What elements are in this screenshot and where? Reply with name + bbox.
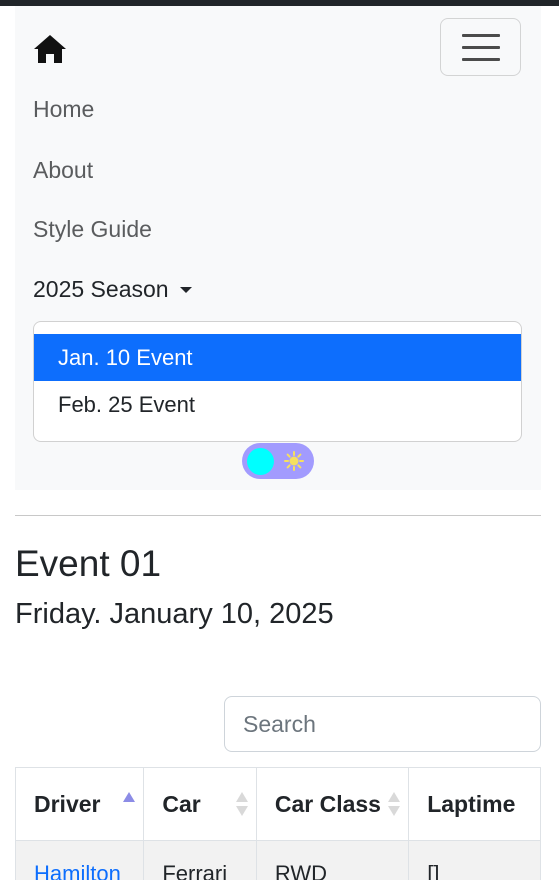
cell-driver: Hamilton [15,840,145,880]
page-title: Event 01 [15,543,162,584]
column-header-car[interactable]: Car [143,767,257,841]
cell-laptime: [] [408,840,541,880]
nav-link-about[interactable]: About [33,159,93,182]
column-header-driver[interactable]: Driver [15,767,145,841]
column-header-label: Laptime [427,790,516,817]
theme-toggle-switch[interactable] [242,443,314,479]
season-dropdown-toggle[interactable]: 2025 Season [33,278,169,301]
toggle-knob [247,448,274,475]
sort-icon [235,792,248,818]
column-header-laptime[interactable]: Laptime [408,767,541,841]
hamburger-icon-line [462,46,500,49]
table-header-row: Driver Car Car Class Laptime [15,767,541,841]
hamburger-icon-line [462,58,500,61]
hamburger-icon-line [462,34,500,37]
navbar: Home About Style Guide 2025 Season Jan. … [15,6,541,490]
results-table-container[interactable]: Driver Car Car Class Laptime Hamilton Fe… [15,767,541,880]
season-dropdown-menu: Jan. 10 Event Feb. 25 Event [33,321,522,442]
sort-icon [388,792,401,818]
sun-icon [284,451,304,471]
column-header-label: Car [162,790,201,817]
event-date: Friday. January 10, 2025 [15,598,334,630]
cell-car: Ferrari [143,840,257,880]
column-header-label: Car Class [274,790,381,817]
column-header-label: Driver [34,790,101,817]
cell-car-class: RWD [255,840,410,880]
driver-link[interactable]: Hamilton [34,861,121,880]
nav-link-home[interactable]: Home [33,98,94,121]
search-input[interactable] [224,696,541,752]
divider [15,515,541,516]
dropdown-item-feb-25-event[interactable]: Feb. 25 Event [34,381,521,428]
table-row: Hamilton Ferrari RWD [] [15,840,541,880]
sort-ascending-icon [123,792,136,818]
house-icon[interactable] [33,34,67,64]
navbar-toggler-button[interactable] [440,18,521,76]
results-table: Driver Car Car Class Laptime Hamilton Fe… [15,767,541,880]
dropdown-item-jan-10-event[interactable]: Jan. 10 Event [34,334,521,381]
column-header-car-class[interactable]: Car Class [255,767,410,841]
nav-link-style-guide[interactable]: Style Guide [33,218,152,241]
caret-down-icon[interactable] [180,287,192,293]
